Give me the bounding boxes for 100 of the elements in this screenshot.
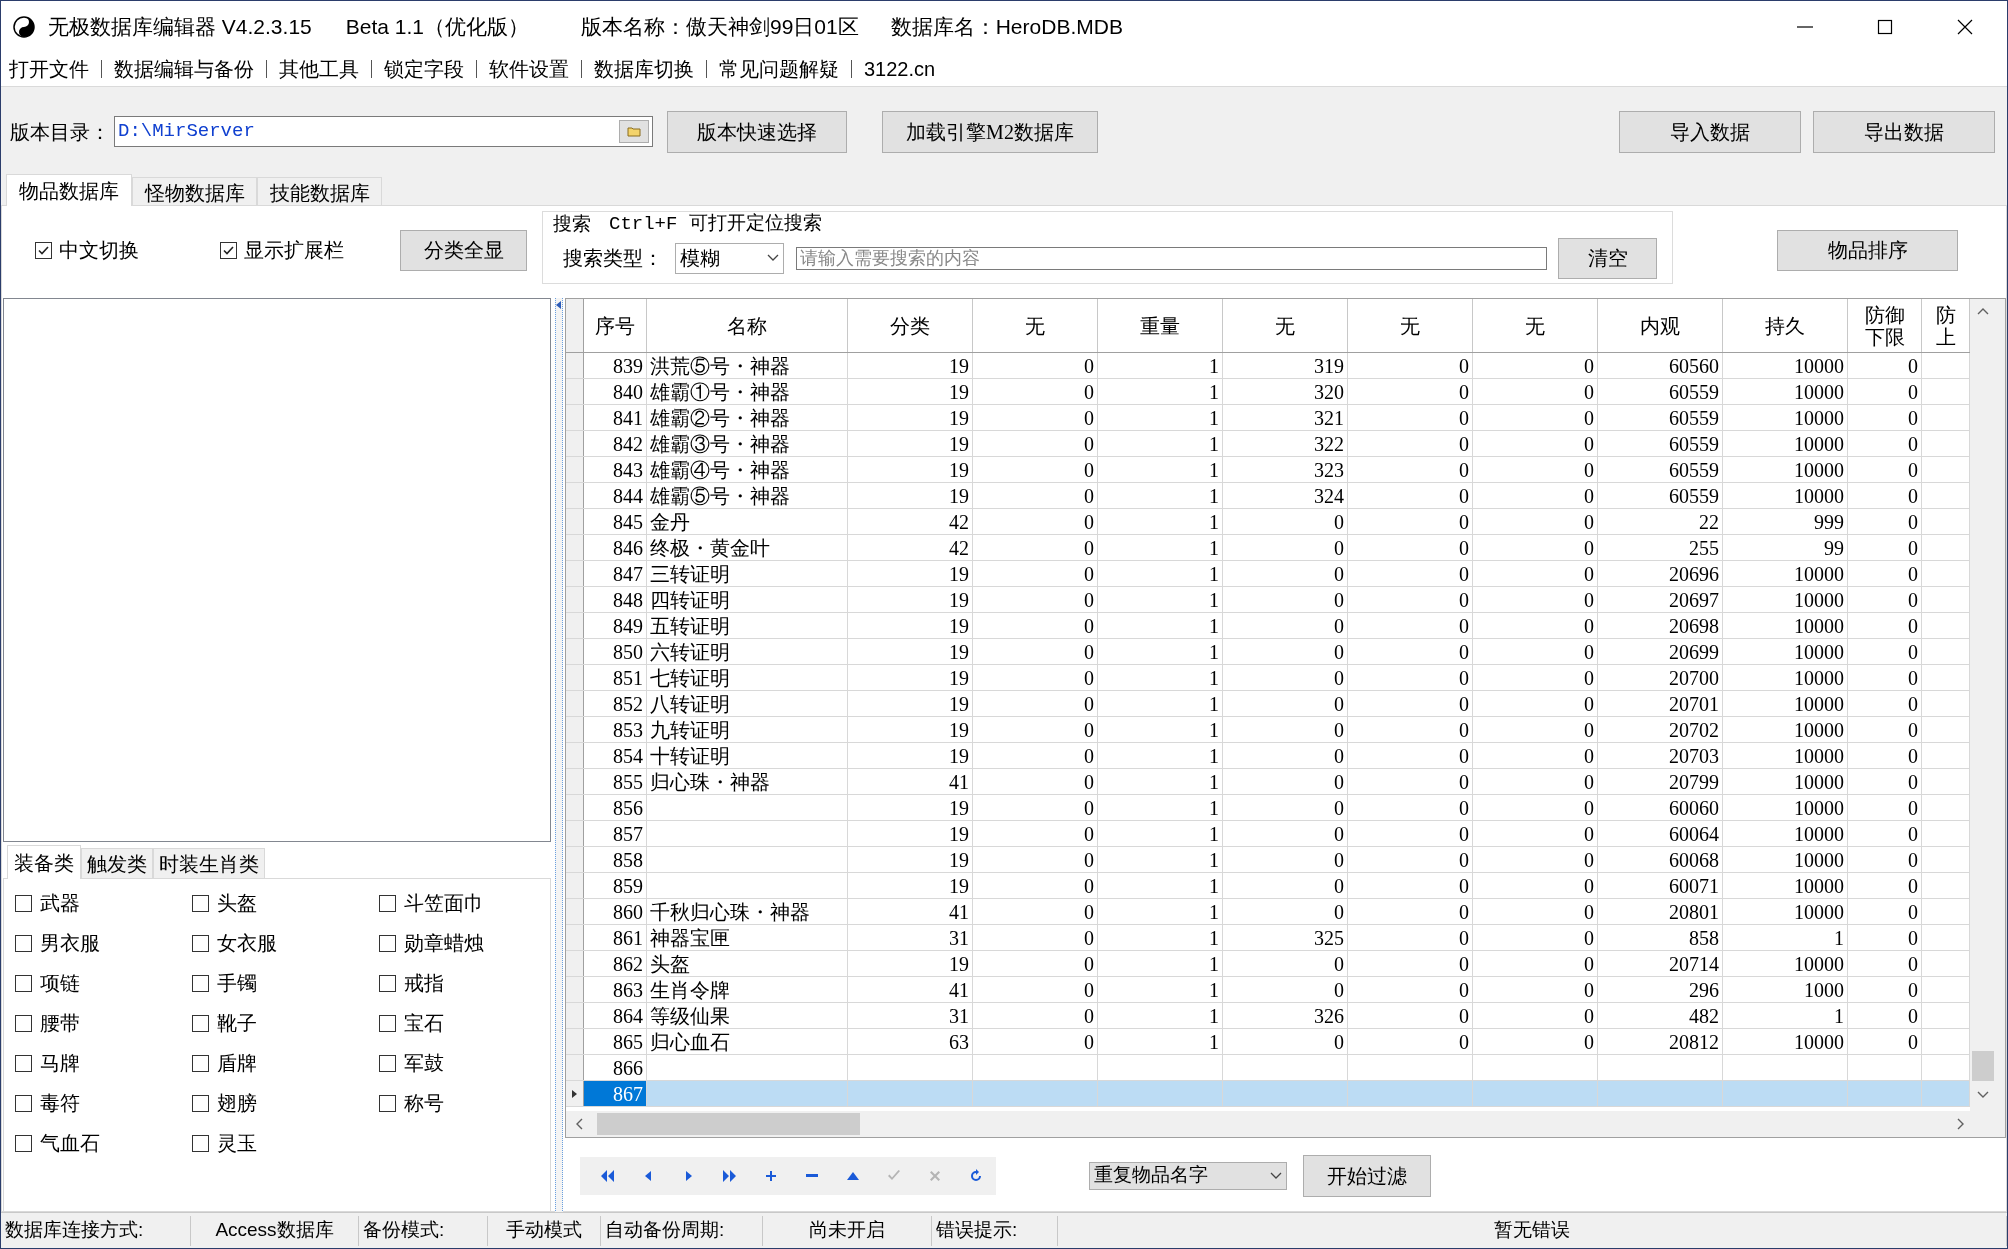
menu-item[interactable]: 数据库切换 <box>594 54 694 84</box>
table-cell: 19 <box>848 431 973 456</box>
table-cell: 0 <box>1348 587 1473 612</box>
scroll-thumb[interactable] <box>597 1113 860 1135</box>
table-cell: 0 <box>1848 743 1922 768</box>
table-cell: 1 <box>1098 873 1223 898</box>
checkbox[interactable] <box>192 894 209 912</box>
table-cell: 0 <box>973 483 1098 508</box>
table-cell: 1 <box>1098 925 1223 950</box>
table-cell: 10000 <box>1723 613 1848 638</box>
table-cell: 20799 <box>1598 769 1723 794</box>
table-cell: 0 <box>1848 353 1922 378</box>
checkbox[interactable] <box>220 241 237 259</box>
table-cell: 0 <box>1348 769 1473 794</box>
table-cell: 0 <box>1348 795 1473 820</box>
grid-corner[interactable] <box>566 299 584 352</box>
table-cell: 1 <box>1098 613 1223 638</box>
checkbox[interactable] <box>379 934 396 952</box>
table-cell: 0 <box>1473 717 1598 742</box>
checkbox[interactable] <box>379 1014 396 1032</box>
table-cell: 0 <box>1223 535 1348 560</box>
checkbox[interactable] <box>15 1054 32 1072</box>
checkbox[interactable] <box>379 1094 396 1112</box>
table-cell: 0 <box>1223 951 1348 976</box>
toolbar-button[interactable]: 导出数据 <box>1813 110 1995 153</box>
table-cell: 841 <box>584 405 647 430</box>
checkbox[interactable] <box>192 1014 209 1032</box>
data-grid[interactable] <box>566 299 1970 1111</box>
menu-item[interactable]: 锁定字段 <box>384 54 464 84</box>
table-cell: 1 <box>1723 1003 1848 1028</box>
checkbox[interactable] <box>15 894 32 912</box>
tab[interactable]: 装备类 <box>7 845 81 879</box>
table-cell: 0 <box>1848 405 1922 430</box>
table-cell: 1 <box>1098 483 1223 508</box>
directory-field[interactable]: D:\MirServer <box>114 116 653 147</box>
checkbox[interactable] <box>15 1134 32 1152</box>
tab[interactable]: 技能数据库 <box>257 177 382 205</box>
checkbox[interactable] <box>15 1014 32 1032</box>
checkbox-label: 戒指 <box>404 971 444 996</box>
scroll-thumb[interactable] <box>1972 1051 1994 1081</box>
sort-items-button[interactable]: 物品排序 <box>1777 229 1958 271</box>
menu-item[interactable]: 常见问题解疑 <box>719 54 839 84</box>
table-cell: 1 <box>1098 639 1223 664</box>
checkbox[interactable] <box>192 974 209 992</box>
table-cell: 19 <box>848 353 973 378</box>
tab[interactable]: 时装生肖类 <box>153 848 265 878</box>
checkbox[interactable] <box>192 934 209 952</box>
table-cell: 0 <box>973 899 1098 924</box>
menu-item[interactable]: 其他工具 <box>279 54 359 84</box>
table-cell: 854 <box>584 743 647 768</box>
checkbox[interactable] <box>15 974 32 992</box>
tab[interactable]: 物品数据库 <box>6 174 132 206</box>
table-cell: 19 <box>848 691 973 716</box>
search-field[interactable]: 请输入需要搜索的内容 <box>796 246 1547 270</box>
table-cell: 神器宝匣 <box>647 925 848 950</box>
table-cell: 20702 <box>1598 717 1723 742</box>
table-cell: 1 <box>1098 457 1223 482</box>
tab[interactable]: 怪物数据库 <box>132 177 257 205</box>
checkbox[interactable] <box>379 974 396 992</box>
table-cell: 0 <box>1848 457 1922 482</box>
table-cell: 867 <box>584 1081 647 1106</box>
show-all-button[interactable]: 分类全显 <box>400 229 527 271</box>
toolbar-button[interactable]: 导入数据 <box>1619 110 1801 153</box>
tab[interactable]: 触发类 <box>81 848 153 878</box>
menu-item[interactable]: 3122.cn <box>864 54 936 84</box>
row-header[interactable] <box>566 1081 584 1106</box>
checkbox[interactable] <box>379 1054 396 1072</box>
yin-yang-icon <box>13 15 35 38</box>
start-filter-button[interactable]: 开始过滤 <box>1303 1154 1431 1197</box>
table-cell: 325 <box>1223 925 1348 950</box>
table-cell: 0 <box>1473 535 1598 560</box>
table-cell: 0 <box>1223 665 1348 690</box>
checkbox[interactable] <box>15 1094 32 1112</box>
table-cell: 0 <box>1348 561 1473 586</box>
table-cell: 19 <box>848 795 973 820</box>
search-type-dropdown[interactable]: 模糊 <box>675 242 784 274</box>
checkbox[interactable] <box>192 1094 209 1112</box>
checkbox-label: 腰带 <box>40 1011 80 1036</box>
table-cell: 1 <box>1098 509 1223 534</box>
checkbox-label: 军鼓 <box>404 1051 444 1076</box>
table-cell: 0 <box>973 665 1098 690</box>
table-cell: 0 <box>973 639 1098 664</box>
toolbar-button[interactable]: 版本快速选择 <box>667 110 847 153</box>
filter-dropdown[interactable]: 重复物品名字 <box>1089 1161 1287 1190</box>
browse-folder-button[interactable] <box>619 120 649 143</box>
checkbox[interactable] <box>35 241 52 259</box>
clear-button[interactable]: 清空 <box>1558 237 1657 279</box>
checkbox[interactable] <box>192 1054 209 1072</box>
table-cell: 10000 <box>1723 821 1848 846</box>
table-cell: 321 <box>1223 405 1348 430</box>
menu-item[interactable]: 数据编辑与备份 <box>114 54 254 84</box>
menu-item[interactable]: 打开文件 <box>9 54 89 84</box>
table-cell: 19 <box>848 457 973 482</box>
scroll-down-icon <box>1977 1091 1989 1099</box>
checkbox[interactable] <box>192 1134 209 1152</box>
checkbox[interactable] <box>379 894 396 912</box>
checkbox[interactable] <box>15 934 32 952</box>
table-cell: 859 <box>584 873 647 898</box>
menu-item[interactable]: 软件设置 <box>489 54 569 84</box>
toolbar-button[interactable]: 加载引擎M2数据库 <box>882 110 1098 153</box>
